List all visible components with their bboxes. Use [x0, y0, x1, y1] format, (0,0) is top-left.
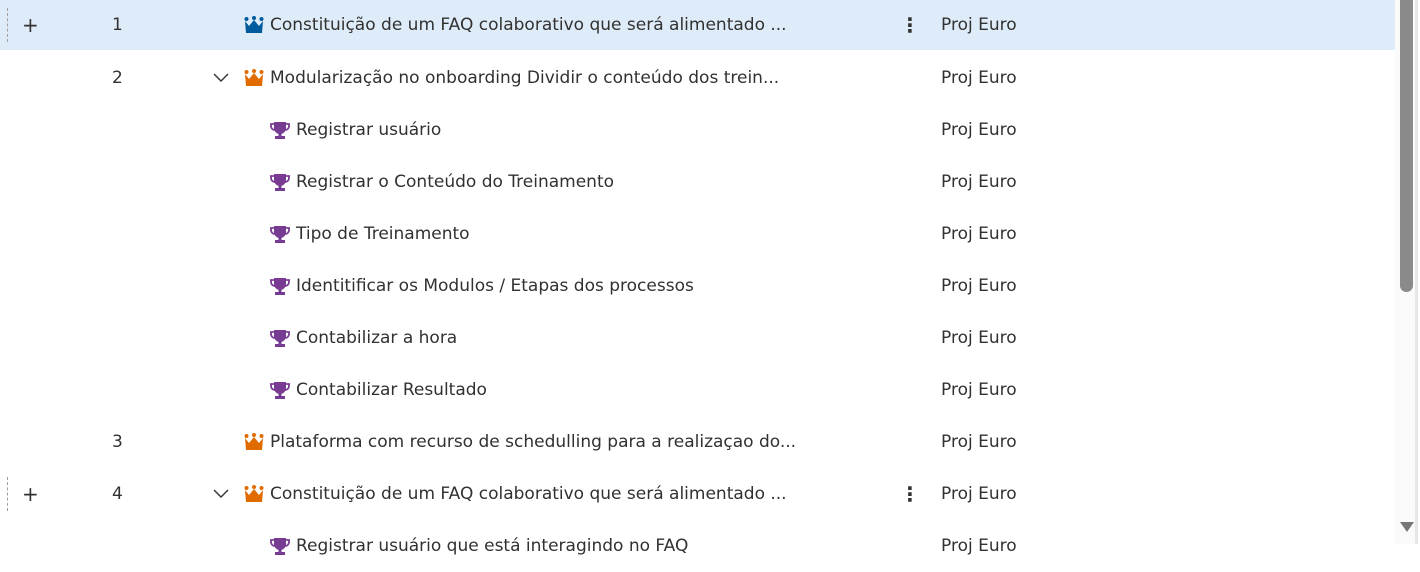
project-cell: Proj Euro — [941, 15, 1017, 35]
trophy-icon — [270, 329, 290, 347]
work-item-title-cell[interactable]: Registrar usuário que está interagindo n… — [270, 536, 688, 556]
table-row[interactable]: Registrar usuário que está interagindo n… — [0, 520, 1395, 572]
work-item-title[interactable]: Registrar usuário — [296, 120, 441, 140]
table-row[interactable]: Registrar o Conteúdo do Treinamento Proj … — [0, 156, 1395, 208]
project-cell: Proj Euro — [941, 536, 1017, 556]
trophy-icon — [270, 277, 290, 295]
trophy-icon — [270, 173, 290, 191]
crown-icon — [244, 485, 264, 503]
crown-icon — [244, 16, 264, 34]
table-row[interactable]: Contabilizar a hora Proj Euro — [0, 312, 1395, 364]
work-item-title[interactable]: Modularização no onboarding Dividir o co… — [270, 68, 779, 88]
more-actions-icon[interactable]: ⋮ — [900, 482, 920, 506]
table-row[interactable]: Identitificar os Modulos / Etapas dos pr… — [0, 260, 1395, 312]
work-item-title-cell[interactable]: Contabilizar a hora — [270, 328, 457, 348]
project-cell: Proj Euro — [941, 172, 1017, 192]
trophy-icon — [270, 225, 290, 243]
project-cell: Proj Euro — [941, 276, 1017, 296]
backlog-grid: +1 Constituição de um FAQ colaborativo q… — [0, 0, 1395, 572]
work-item-title-cell[interactable]: Constituição de um FAQ colaborativo que … — [244, 484, 787, 504]
row-order-number: 3 — [112, 432, 123, 452]
more-actions-icon[interactable]: ⋮ — [900, 13, 920, 37]
project-cell: Proj Euro — [941, 120, 1017, 140]
scroll-down-arrow-icon[interactable] — [1400, 522, 1414, 532]
table-row[interactable]: 2 Modularização no onboarding Dividir o … — [0, 52, 1395, 104]
vertical-scrollbar[interactable] — [1395, 0, 1418, 544]
work-item-title[interactable]: Tipo de Treinamento — [296, 224, 470, 244]
crown-icon — [244, 433, 264, 451]
chevron-down-icon[interactable] — [212, 69, 230, 87]
work-item-title[interactable]: Registrar usuário que está interagindo n… — [296, 536, 688, 556]
work-item-title-cell[interactable]: Contabilizar Resultado — [270, 380, 487, 400]
project-cell: Proj Euro — [941, 432, 1017, 452]
work-item-title-cell[interactable]: Tipo de Treinamento — [270, 224, 470, 244]
work-item-title-cell[interactable]: Identitificar os Modulos / Etapas dos pr… — [270, 276, 694, 296]
table-row[interactable]: +4 Constituição de um FAQ colaborativo q… — [0, 468, 1395, 520]
project-cell: Proj Euro — [941, 224, 1017, 244]
table-row[interactable]: Tipo de Treinamento Proj Euro — [0, 208, 1395, 260]
project-cell: Proj Euro — [941, 328, 1017, 348]
table-row[interactable]: +1 Constituição de um FAQ colaborativo q… — [0, 0, 1395, 50]
trophy-icon — [270, 537, 290, 555]
work-item-title-cell[interactable]: Constituição de um FAQ colaborativo que … — [244, 15, 787, 35]
table-row[interactable]: Contabilizar Resultado Proj Euro — [0, 364, 1395, 416]
scrollbar-thumb[interactable] — [1400, 0, 1413, 292]
work-item-title[interactable]: Identitificar os Modulos / Etapas dos pr… — [296, 276, 694, 296]
table-row[interactable]: 3 Plataforma com recurso de schedulling … — [0, 416, 1395, 468]
table-row[interactable]: Registrar usuário Proj Euro — [0, 104, 1395, 156]
project-cell: Proj Euro — [941, 68, 1017, 88]
work-item-title-cell[interactable]: Registrar o Conteúdo do Treinamento — [270, 172, 614, 192]
project-cell: Proj Euro — [941, 380, 1017, 400]
drag-handle[interactable] — [7, 477, 8, 511]
row-order-number: 4 — [112, 484, 123, 504]
work-item-title[interactable]: Constituição de um FAQ colaborativo que … — [270, 15, 787, 35]
drag-handle[interactable] — [7, 8, 8, 42]
row-order-number: 1 — [112, 15, 123, 35]
work-item-title[interactable]: Registrar o Conteúdo do Treinamento — [296, 172, 614, 192]
work-item-title[interactable]: Contabilizar a hora — [296, 328, 457, 348]
work-item-title-cell[interactable]: Registrar usuário — [270, 120, 441, 140]
chevron-down-icon[interactable] — [212, 485, 230, 503]
project-cell: Proj Euro — [941, 484, 1017, 504]
work-item-title[interactable]: Constituição de um FAQ colaborativo que … — [270, 484, 787, 504]
trophy-icon — [270, 121, 290, 139]
add-child-button[interactable]: + — [22, 482, 39, 506]
work-item-title[interactable]: Plataforma com recurso de schedulling pa… — [270, 432, 796, 452]
work-item-title[interactable]: Contabilizar Resultado — [296, 380, 487, 400]
add-child-button[interactable]: + — [22, 13, 39, 37]
row-order-number: 2 — [112, 68, 123, 88]
trophy-icon — [270, 381, 290, 399]
work-item-title-cell[interactable]: Plataforma com recurso de schedulling pa… — [244, 432, 796, 452]
crown-icon — [244, 69, 264, 87]
work-item-title-cell[interactable]: Modularização no onboarding Dividir o co… — [244, 68, 779, 88]
